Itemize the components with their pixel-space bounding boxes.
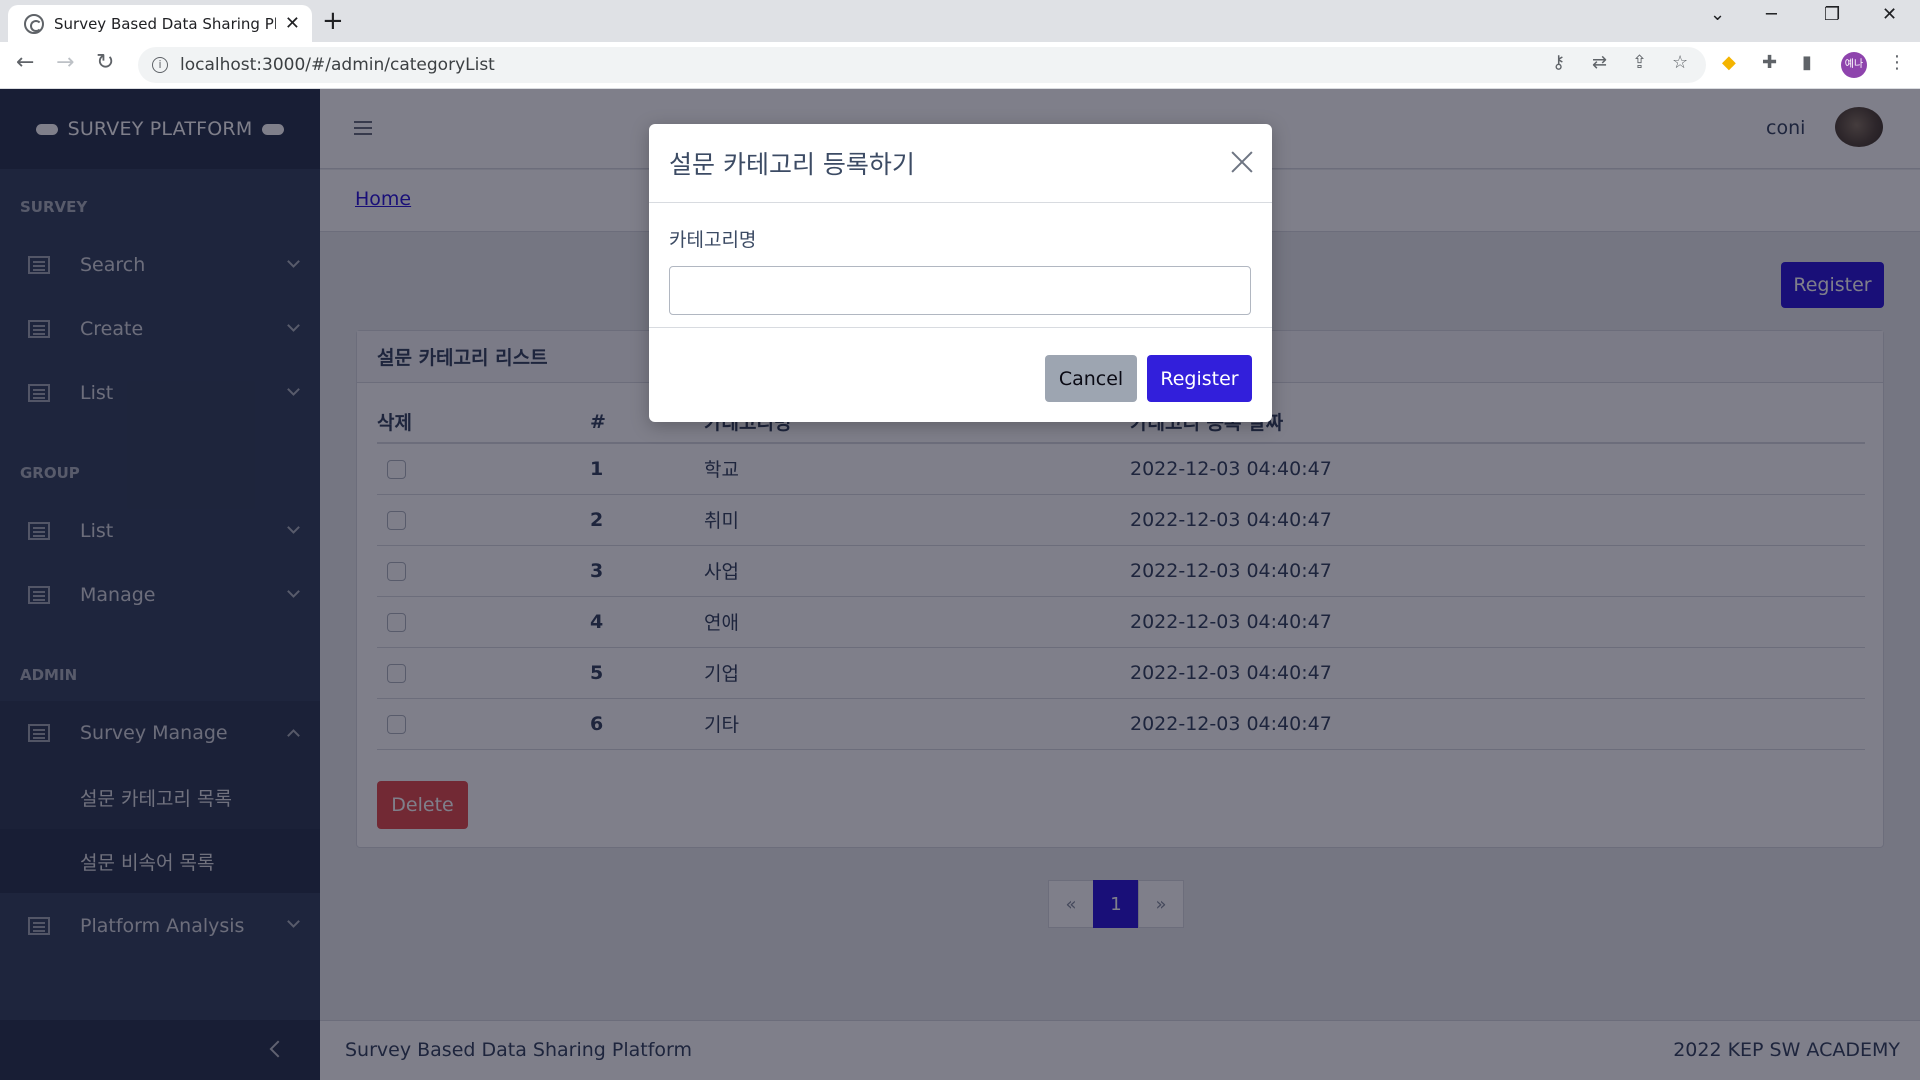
extension-icon[interactable]: ◆ bbox=[1722, 52, 1736, 73]
browser-toolbar: ← → ↻ i localhost:3000/#/admin/categoryL… bbox=[0, 42, 1920, 89]
restore-icon[interactable]: ❐ bbox=[1824, 4, 1840, 25]
back-icon[interactable]: ← bbox=[16, 50, 34, 75]
modal-footer: Cancel Register bbox=[1045, 355, 1252, 402]
menu-kebab-icon[interactable]: ⋮ bbox=[1888, 52, 1906, 73]
modal-body: 카테고리명 bbox=[649, 203, 1272, 328]
bookmark-star-icon[interactable]: ☆ bbox=[1672, 52, 1688, 73]
url-text: localhost:3000/#/admin/categoryList bbox=[180, 55, 495, 75]
tab-close-icon[interactable]: ✕ bbox=[285, 13, 300, 34]
tab-title: Survey Based Data Sharing Platform bbox=[54, 14, 276, 33]
modal-title: 설문 카테고리 등록하기 bbox=[669, 150, 915, 179]
side-panel-icon[interactable]: ▮ bbox=[1802, 52, 1812, 73]
site-info-icon[interactable]: i bbox=[152, 57, 168, 73]
forward-icon[interactable]: → bbox=[56, 50, 74, 75]
new-tab-icon[interactable]: + bbox=[322, 6, 344, 36]
modal-header: 설문 카테고리 등록하기 bbox=[649, 124, 1272, 203]
key-icon[interactable]: ⚷ bbox=[1552, 52, 1565, 73]
minimize-icon[interactable]: ─ bbox=[1766, 4, 1777, 25]
cancel-button[interactable]: Cancel bbox=[1045, 355, 1137, 402]
modal-register-button[interactable]: Register bbox=[1147, 355, 1252, 402]
site-favicon-icon bbox=[24, 13, 44, 34]
window-close-icon[interactable]: ✕ bbox=[1882, 4, 1897, 25]
address-bar[interactable]: i localhost:3000/#/admin/categoryList bbox=[138, 47, 1706, 83]
reload-icon[interactable]: ↻ bbox=[96, 50, 114, 75]
register-category-modal: 설문 카테고리 등록하기 카테고리명 Cancel Register bbox=[649, 124, 1272, 422]
profile-avatar[interactable]: 예나 bbox=[1841, 52, 1867, 78]
browser-tabstrip: Survey Based Data Sharing Platform ✕ + ⌄… bbox=[0, 0, 1920, 42]
translate-icon[interactable]: ⇄ bbox=[1592, 52, 1607, 73]
puzzle-icon[interactable]: ✚ bbox=[1762, 52, 1777, 73]
tab-search-chevron-icon[interactable]: ⌄ bbox=[1710, 4, 1725, 25]
browser-tab[interactable]: Survey Based Data Sharing Platform ✕ bbox=[8, 5, 312, 42]
category-name-input[interactable] bbox=[669, 266, 1251, 315]
category-name-label: 카테고리명 bbox=[669, 229, 757, 251]
share-icon[interactable]: ⇪ bbox=[1632, 52, 1647, 73]
close-icon[interactable] bbox=[1230, 150, 1254, 174]
